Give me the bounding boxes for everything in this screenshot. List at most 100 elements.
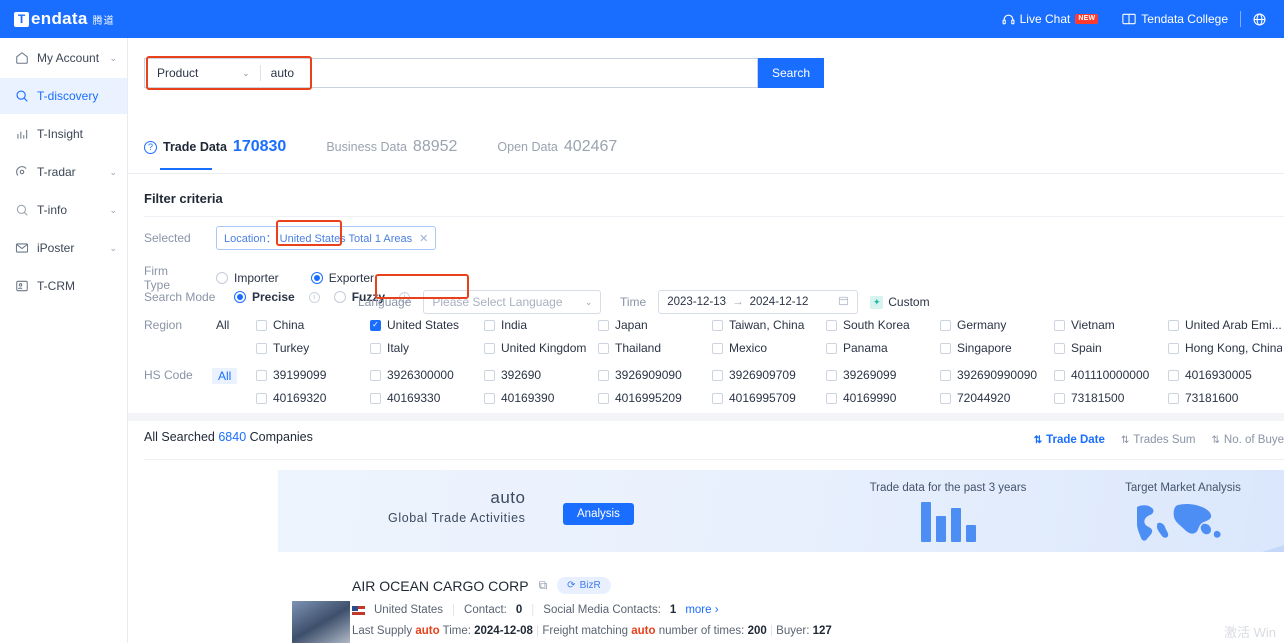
tab-open-data[interactable]: Open Data 402467 — [497, 138, 657, 156]
sidebar-item-my-account[interactable]: My Account ⌄ — [0, 40, 127, 76]
hs-code-401110000000[interactable]: 401110000000 — [1054, 368, 1168, 382]
region-label: Taiwan, China — [729, 318, 805, 332]
search-input[interactable] — [304, 58, 758, 88]
region-thailand[interactable]: Thailand — [598, 341, 712, 355]
hs-code-4016995709[interactable]: 4016995709 — [712, 391, 826, 405]
language-select[interactable]: Please Select Language ⌄ — [423, 290, 602, 314]
custom-date-button[interactable]: ✦ Custom — [870, 295, 930, 309]
question-icon[interactable]: ? — [144, 140, 157, 154]
filter-criteria-title: Filter criteria — [144, 191, 223, 206]
radio-precise[interactable]: Precise — [234, 290, 295, 304]
hs-code-39269099[interactable]: 39269099 — [826, 368, 940, 382]
region-label: United Arab Emi... — [1185, 318, 1282, 332]
hs-code-4016995209[interactable]: 4016995209 — [598, 391, 712, 405]
search-button[interactable]: Search — [758, 58, 824, 88]
region-united-arab-emi[interactable]: United Arab Emi... — [1168, 318, 1282, 332]
hs-code-label: HS Code — [144, 368, 193, 382]
selected-location-chip[interactable]: Location： United States Total 1 Areas ✕ — [216, 226, 437, 250]
region-all-button[interactable]: All — [216, 318, 229, 332]
hs-code-3926300000[interactable]: 3926300000 — [370, 368, 484, 382]
selected-row: Selected Location： United States Total 1… — [144, 226, 437, 250]
sort-trades-sum[interactable]: ⇅ Trades Sum — [1121, 434, 1196, 446]
hs-code-4016930005[interactable]: 4016930005 — [1168, 368, 1282, 382]
hs-code-392690990090[interactable]: 392690990090 — [940, 368, 1054, 382]
sidebar-item-t-insight[interactable]: T-Insight — [0, 116, 127, 152]
radio-exporter[interactable]: Exporter — [310, 271, 374, 285]
sidebar-item-t-crm[interactable]: T-CRM — [0, 268, 127, 304]
results-count: 6840 — [218, 430, 247, 444]
hs-all-button[interactable]: All — [212, 368, 238, 384]
checkbox-icon — [1054, 369, 1065, 381]
tab-label: Open Data — [497, 140, 558, 154]
language-label: Language — [358, 295, 412, 309]
sort-no-of-buyers[interactable]: ⇅ No. of Buye — [1212, 434, 1284, 446]
checkbox-checked-icon — [370, 319, 381, 331]
banner-keyword: auto — [490, 488, 526, 507]
banner-decoration — [1262, 506, 1284, 552]
hs-code-72044920[interactable]: 72044920 — [940, 391, 1054, 405]
more-link[interactable]: more › — [685, 604, 718, 616]
radio-circle-icon — [216, 272, 228, 284]
live-chat-button[interactable]: Live Chat NEW — [990, 12, 1111, 26]
sidebar-label: T-Insight — [37, 127, 84, 141]
region-singapore[interactable]: Singapore — [940, 341, 1054, 355]
brand-logo[interactable]: T endata 腾道 — [14, 9, 115, 29]
region-spain[interactable]: Spain — [1054, 341, 1168, 355]
last-supply-label-b: Time: — [442, 625, 471, 637]
copy-icon[interactable]: ⧉ — [539, 578, 548, 593]
analysis-button[interactable]: Analysis — [563, 503, 634, 525]
hs-code-40169330[interactable]: 40169330 — [370, 391, 484, 405]
banner-section-target-market[interactable]: Target Market Analysis — [1088, 482, 1278, 547]
region-label: Thailand — [615, 341, 662, 355]
sidebar-item-t-radar[interactable]: T-radar ⌄ — [0, 154, 127, 190]
hs-code-40169390[interactable]: 40169390 — [484, 391, 598, 405]
region-japan[interactable]: Japan — [598, 318, 712, 332]
hs-code-73181600[interactable]: 73181600 — [1168, 391, 1282, 405]
region-vietnam[interactable]: Vietnam — [1054, 318, 1168, 332]
sidebar-item-iposter[interactable]: iPoster ⌄ — [0, 230, 127, 266]
close-icon[interactable]: ✕ — [419, 232, 428, 245]
tab-business-data[interactable]: Business Data 88952 — [326, 138, 497, 156]
sort-trade-date[interactable]: ⇅ Trade Date — [1034, 434, 1105, 446]
region-united-states[interactable]: United States — [370, 318, 484, 332]
hs-code-39199099[interactable]: 39199099 — [256, 368, 370, 382]
region-turkey[interactable]: Turkey — [256, 341, 370, 355]
radio-importer[interactable]: Importer — [216, 271, 279, 285]
search-keyword-chip[interactable]: auto — [261, 66, 304, 80]
tendata-college-button[interactable]: Tendata College — [1110, 12, 1240, 26]
region-united-kingdom[interactable]: United Kingdom — [484, 341, 598, 355]
region-taiwan-china[interactable]: Taiwan, China — [712, 318, 826, 332]
section-divider — [128, 413, 1284, 421]
sidebar-item-t-info[interactable]: T-info ⌄ — [0, 192, 127, 228]
hs-code-40169320[interactable]: 40169320 — [256, 391, 370, 405]
checkbox-icon — [712, 369, 723, 381]
hs-code-3926909090[interactable]: 3926909090 — [598, 368, 712, 382]
language-row: Language Please Select Language ⌄ — [358, 290, 602, 314]
region-south-korea[interactable]: South Korea — [826, 318, 940, 332]
date-range-picker[interactable]: 2023-12-13 → 2024-12-12 — [658, 290, 859, 314]
radar-icon — [14, 165, 29, 180]
banner-section-trade-data[interactable]: Trade data for the past 3 years — [838, 482, 1058, 542]
region-china[interactable]: China — [256, 318, 370, 332]
sidebar-item-t-discovery[interactable]: T-discovery — [0, 78, 127, 114]
region-mexico[interactable]: Mexico — [712, 341, 826, 355]
region-italy[interactable]: Italy — [370, 341, 484, 355]
header-extra-icon[interactable] — [1241, 13, 1278, 26]
region-label: Region — [144, 318, 183, 332]
globe-icon — [1253, 13, 1266, 25]
bizr-badge[interactable]: ⟳ BizR — [557, 577, 611, 594]
hs-code-3926909709[interactable]: 3926909709 — [712, 368, 826, 382]
region-hong-kong-china[interactable]: Hong Kong, China — [1168, 341, 1282, 355]
region-panama[interactable]: Panama — [826, 341, 940, 355]
company-name[interactable]: AIR OCEAN CARGO CORP — [352, 578, 529, 594]
tab-trade-data[interactable]: ? Trade Data 170830 — [144, 138, 326, 156]
hs-code-40169990[interactable]: 40169990 — [826, 391, 940, 405]
search-category-select[interactable]: Product ⌄ auto — [144, 58, 304, 88]
region-india[interactable]: India — [484, 318, 598, 332]
info-icon[interactable]: i — [308, 291, 320, 303]
hs-code-392690[interactable]: 392690 — [484, 368, 598, 382]
separator: | — [531, 604, 535, 616]
hs-code-73181500[interactable]: 73181500 — [1054, 391, 1168, 405]
sort-icon: ⇅ — [1120, 434, 1130, 446]
region-germany[interactable]: Germany — [940, 318, 1054, 332]
